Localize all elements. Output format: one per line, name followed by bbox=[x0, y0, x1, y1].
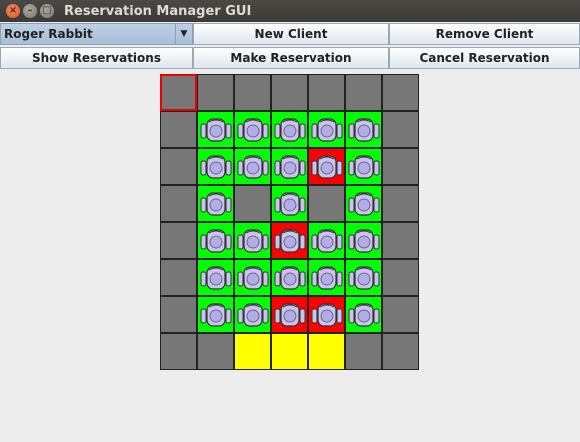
seat-cell-free[interactable] bbox=[271, 111, 308, 148]
make-reservation-button[interactable]: Make Reservation bbox=[193, 47, 389, 69]
empty-cell bbox=[345, 74, 382, 111]
empty-cell bbox=[160, 333, 197, 370]
seat-cell-free[interactable] bbox=[345, 222, 382, 259]
seat-icon bbox=[274, 302, 305, 327]
seat-icon bbox=[200, 191, 231, 216]
seat-icon bbox=[237, 117, 268, 142]
stage-cell bbox=[271, 333, 308, 370]
seat-icon bbox=[348, 154, 379, 179]
empty-cell bbox=[382, 222, 419, 259]
seat-icon bbox=[200, 117, 231, 142]
seat-cell-free[interactable] bbox=[345, 148, 382, 185]
close-icon[interactable]: × bbox=[6, 4, 20, 18]
seat-cell-free[interactable] bbox=[234, 148, 271, 185]
seat-icon bbox=[274, 265, 305, 290]
empty-cell bbox=[234, 185, 271, 222]
empty-cell bbox=[197, 74, 234, 111]
toolbar: Roger Rabbit ▼ New Client Remove Client … bbox=[0, 23, 580, 71]
seat-icon bbox=[348, 228, 379, 253]
seat-icon bbox=[237, 302, 268, 327]
empty-cell bbox=[382, 111, 419, 148]
seat-cell-free[interactable] bbox=[197, 111, 234, 148]
title-bar: × – □ Reservation Manager GUI bbox=[0, 0, 580, 22]
empty-cell bbox=[160, 111, 197, 148]
empty-cell bbox=[308, 74, 345, 111]
empty-cell bbox=[382, 185, 419, 222]
empty-cell bbox=[271, 74, 308, 111]
seat-icon bbox=[274, 117, 305, 142]
empty-cell bbox=[308, 185, 345, 222]
seat-icon bbox=[274, 228, 305, 253]
seat-icon bbox=[348, 117, 379, 142]
seat-map bbox=[160, 74, 422, 373]
seat-cell-free[interactable] bbox=[308, 111, 345, 148]
empty-cell bbox=[382, 259, 419, 296]
seat-icon bbox=[274, 191, 305, 216]
seat-cell-free[interactable] bbox=[234, 111, 271, 148]
client-select[interactable]: Roger Rabbit ▼ bbox=[0, 23, 193, 45]
seat-icon bbox=[311, 265, 342, 290]
minimize-icon[interactable]: – bbox=[23, 4, 37, 18]
empty-cell bbox=[197, 333, 234, 370]
seat-cell-reserved[interactable] bbox=[308, 296, 345, 333]
seat-cell-free[interactable] bbox=[308, 259, 345, 296]
stage-cell bbox=[308, 333, 345, 370]
seat-cell-reserved[interactable] bbox=[271, 222, 308, 259]
seat-icon bbox=[200, 228, 231, 253]
seat-cell-free[interactable] bbox=[271, 148, 308, 185]
seat-icon bbox=[348, 191, 379, 216]
empty-cell bbox=[382, 148, 419, 185]
show-reservations-button[interactable]: Show Reservations bbox=[0, 47, 193, 69]
empty-cell bbox=[382, 296, 419, 333]
seat-icon bbox=[311, 117, 342, 142]
new-client-button[interactable]: New Client bbox=[193, 23, 389, 45]
seat-icon bbox=[237, 154, 268, 179]
seat-icon bbox=[348, 265, 379, 290]
seat-cell-free[interactable] bbox=[197, 148, 234, 185]
empty-cell bbox=[345, 333, 382, 370]
remove-client-button[interactable]: Remove Client bbox=[389, 23, 580, 45]
empty-cell bbox=[160, 222, 197, 259]
empty-cell bbox=[234, 74, 271, 111]
seat-cell-free[interactable] bbox=[234, 259, 271, 296]
seat-cell-free[interactable] bbox=[197, 222, 234, 259]
seat-icon bbox=[274, 154, 305, 179]
seat-cell-free[interactable] bbox=[234, 222, 271, 259]
seat-cell-reserved[interactable] bbox=[308, 148, 345, 185]
seat-cell-free[interactable] bbox=[271, 259, 308, 296]
empty-cell bbox=[160, 185, 197, 222]
empty-cell bbox=[160, 259, 197, 296]
seat-icon bbox=[311, 228, 342, 253]
seat-icon bbox=[200, 302, 231, 327]
maximize-icon[interactable]: □ bbox=[40, 4, 54, 18]
seat-cell-free[interactable] bbox=[197, 185, 234, 222]
window-title: Reservation Manager GUI bbox=[64, 3, 252, 19]
seat-cell-free[interactable] bbox=[197, 259, 234, 296]
seat-icon bbox=[311, 154, 342, 179]
seat-cell-reserved[interactable] bbox=[271, 296, 308, 333]
chevron-down-icon[interactable]: ▼ bbox=[175, 24, 192, 44]
seat-cell-free[interactable] bbox=[271, 185, 308, 222]
seat-cell-free[interactable] bbox=[197, 296, 234, 333]
seat-cell-free[interactable] bbox=[345, 185, 382, 222]
seat-cell-free[interactable] bbox=[234, 296, 271, 333]
stage-cell bbox=[234, 333, 271, 370]
seat-cell-free[interactable] bbox=[308, 222, 345, 259]
seat-cell-free[interactable] bbox=[345, 259, 382, 296]
cancel-reservation-button[interactable]: Cancel Reservation bbox=[389, 47, 580, 69]
empty-cell bbox=[160, 74, 197, 111]
seat-icon bbox=[200, 265, 231, 290]
client-select-value: Roger Rabbit bbox=[4, 27, 93, 41]
seat-icon bbox=[237, 265, 268, 290]
seat-cell-free[interactable] bbox=[345, 111, 382, 148]
seat-icon bbox=[200, 154, 231, 179]
seat-icon bbox=[348, 302, 379, 327]
empty-cell bbox=[382, 74, 419, 111]
empty-cell bbox=[160, 296, 197, 333]
seat-cell-free[interactable] bbox=[345, 296, 382, 333]
seat-icon bbox=[237, 228, 268, 253]
empty-cell bbox=[382, 333, 419, 370]
seat-icon bbox=[311, 302, 342, 327]
empty-cell bbox=[160, 148, 197, 185]
